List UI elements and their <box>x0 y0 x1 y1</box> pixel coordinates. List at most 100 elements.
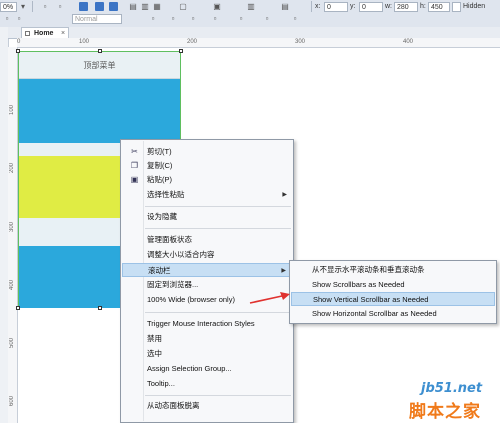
submenu-item-label: Show Vertical Scrollbar as Needed <box>313 295 429 304</box>
menu-separator <box>145 312 291 313</box>
scrollbars-submenu: 从不显示水平滚动条和垂直滚动条 Show Scrollbars as Neede… <box>289 260 497 324</box>
ruler-tick-label: 0 <box>17 39 21 45</box>
tool-icon[interactable]: ▫ <box>55 2 65 12</box>
tool-icon[interactable]: ▫ <box>2 14 12 24</box>
menu-item-label: 从动态面板脱离 <box>147 401 200 410</box>
hidden-checkbox[interactable] <box>452 2 461 12</box>
tool-icon[interactable]: ▤ <box>280 2 290 12</box>
resize-handle[interactable] <box>16 306 20 310</box>
paste-icon: ▣ <box>130 175 139 184</box>
zoom-select[interactable]: 0% <box>0 2 17 12</box>
menu-item-paste-special[interactable]: 选择性粘贴 ▶ <box>122 188 292 202</box>
tool-icon[interactable]: ▢ <box>178 2 188 12</box>
resize-handle[interactable] <box>98 306 102 310</box>
h-field[interactable]: 450 <box>428 2 450 12</box>
style-select[interactable]: Normal <box>72 14 122 24</box>
tool-icon[interactable]: ▫ <box>290 14 300 24</box>
tool-icon[interactable]: ▫ <box>262 14 272 24</box>
ruler-tick-label: 300 <box>295 39 306 45</box>
resize-handle[interactable] <box>98 49 102 53</box>
tool-icon[interactable]: ▣ <box>212 2 222 12</box>
menu-item-label: 滚动栏 <box>148 266 171 275</box>
tool-icon[interactable]: ▦ <box>152 2 162 12</box>
menu-item-selected[interactable]: 选中 <box>122 347 292 361</box>
menu-item-label: 管理面板状态 <box>147 235 192 244</box>
tool-icon[interactable]: ▥ <box>246 2 256 12</box>
tool-icon[interactable]: ▫ <box>188 14 198 24</box>
tool-icon[interactable] <box>95 2 104 11</box>
tool-icon[interactable]: ▫ <box>236 14 246 24</box>
toolbar-divider <box>32 1 33 12</box>
tab-home-label: Home <box>34 30 54 37</box>
tool-icon[interactable]: ▫ <box>168 14 178 24</box>
menu-item-label: 选择性粘贴 <box>147 190 185 199</box>
menu-item-tooltip[interactable]: Tooltip... <box>122 377 292 391</box>
tab-home[interactable]: Home × <box>21 27 69 38</box>
page-icon <box>25 31 30 36</box>
context-menu: ✂ 剪切(T) ❐ 复制(C) ▣ 粘贴(P) 选择性粘贴 ▶ 设为隐藏 管理面… <box>120 139 294 423</box>
submenu-item-show-as-needed[interactable]: Show Scrollbars as Needed <box>291 278 495 292</box>
tool-icon[interactable]: ▫ <box>14 14 24 24</box>
toolbar: 0% ▾ ▫ ▫ ▤ ▥ ▦ ▢ ▣ ▥ ▤ x: 0 y: 0 w: 280 … <box>0 0 500 28</box>
menu-separator <box>145 228 291 229</box>
menu-item-label: Assign Selection Group... <box>147 364 232 373</box>
submenu-item-show-horizontal[interactable]: Show Horizontal Scrollbar as Needed <box>291 307 495 321</box>
ruler-tick-label: 400 <box>403 39 414 45</box>
submenu-item-never-show[interactable]: 从不显示水平滚动条和垂直滚动条 <box>291 263 495 277</box>
tool-icon[interactable]: ▫ <box>210 14 220 24</box>
x-label: x: <box>315 3 321 10</box>
menu-item-label: 固定到浏览器... <box>147 280 199 289</box>
tool-icon[interactable]: ▥ <box>140 2 150 12</box>
ruler-tick-label: 500 <box>9 338 15 349</box>
copy-icon: ❐ <box>130 161 139 170</box>
menu-item-break-away[interactable]: 从动态面板脱离 <box>122 399 292 413</box>
w-field[interactable]: 280 <box>394 2 418 12</box>
ruler-tick-label: 100 <box>9 105 15 116</box>
menu-item-cut[interactable]: ✂ 剪切(T) <box>122 145 292 159</box>
menu-item-set-hidden[interactable]: 设为隐藏 <box>122 210 292 224</box>
menu-item-fit-to-content[interactable]: 调整大小以适合内容 <box>122 248 292 262</box>
menu-item-paste[interactable]: ▣ 粘贴(P) <box>122 173 292 187</box>
y-label: y: <box>350 3 356 10</box>
top-menu-bar[interactable]: 顶部菜单 <box>19 52 180 79</box>
menu-item-label: 禁用 <box>147 334 162 343</box>
ruler-tick-label: 400 <box>9 280 15 291</box>
menu-item-label: Tooltip... <box>147 379 175 388</box>
menu-item-disable[interactable]: 禁用 <box>122 332 292 346</box>
menu-item-label: 选中 <box>147 349 162 358</box>
tool-icon[interactable]: ▫ <box>148 14 158 24</box>
menu-item-pin-to-browser[interactable]: 固定到浏览器... <box>122 278 292 292</box>
toolbar-row-bottom: ▫ ▫ Normal ▫ ▫ ▫ ▫ ▫ ▫ ▫ <box>0 14 500 27</box>
tool-icon[interactable]: ▤ <box>128 2 138 12</box>
watermark-logo-text: 脚本之家 <box>409 402 481 421</box>
y-field[interactable]: 0 <box>359 2 383 12</box>
submenu-item-show-vertical[interactable]: Show Vertical Scrollbar as Needed <box>291 292 495 306</box>
chevron-right-icon: ▶ <box>282 192 287 198</box>
menu-item-label: 调整大小以适合内容 <box>147 250 215 259</box>
x-field[interactable]: 0 <box>324 2 348 12</box>
ruler-tick-label: 300 <box>9 222 15 233</box>
ruler-tick-label: 200 <box>9 163 15 174</box>
menu-item-scrollbars[interactable]: 滚动栏 ▶ <box>122 263 292 277</box>
toolbar-row-top: 0% ▾ ▫ ▫ ▤ ▥ ▦ ▢ ▣ ▥ ▤ x: 0 y: 0 w: 280 … <box>0 1 500 14</box>
menu-item-label: 粘贴(P) <box>147 175 172 184</box>
menu-item-copy[interactable]: ❐ 复制(C) <box>122 159 292 173</box>
blue-block-top[interactable] <box>19 79 180 143</box>
menu-item-assign-selection-group[interactable]: Assign Selection Group... <box>122 362 292 376</box>
tool-icon[interactable] <box>79 2 88 11</box>
resize-handle[interactable] <box>179 49 183 53</box>
tool-icon[interactable]: ▫ <box>40 2 50 12</box>
menu-item-manage-panel-states[interactable]: 管理面板状态 <box>122 233 292 247</box>
close-icon[interactable]: × <box>61 29 65 38</box>
menu-item-trigger-mouse-styles[interactable]: Trigger Mouse Interaction Styles <box>122 317 292 331</box>
resize-handle[interactable] <box>16 49 20 53</box>
top-menu-title: 顶部菜单 <box>83 61 116 70</box>
toolbar-divider <box>311 1 312 12</box>
tool-icon[interactable] <box>109 2 118 11</box>
menu-item-label: 设为隐藏 <box>147 212 177 221</box>
ruler-horizontal: 0 100 200 300 400 <box>17 38 500 48</box>
ruler-vertical: 100 200 300 400 500 600 <box>8 47 18 423</box>
menu-separator <box>145 395 291 396</box>
hidden-label: Hidden <box>463 3 486 10</box>
chevron-down-icon[interactable]: ▾ <box>18 2 28 12</box>
